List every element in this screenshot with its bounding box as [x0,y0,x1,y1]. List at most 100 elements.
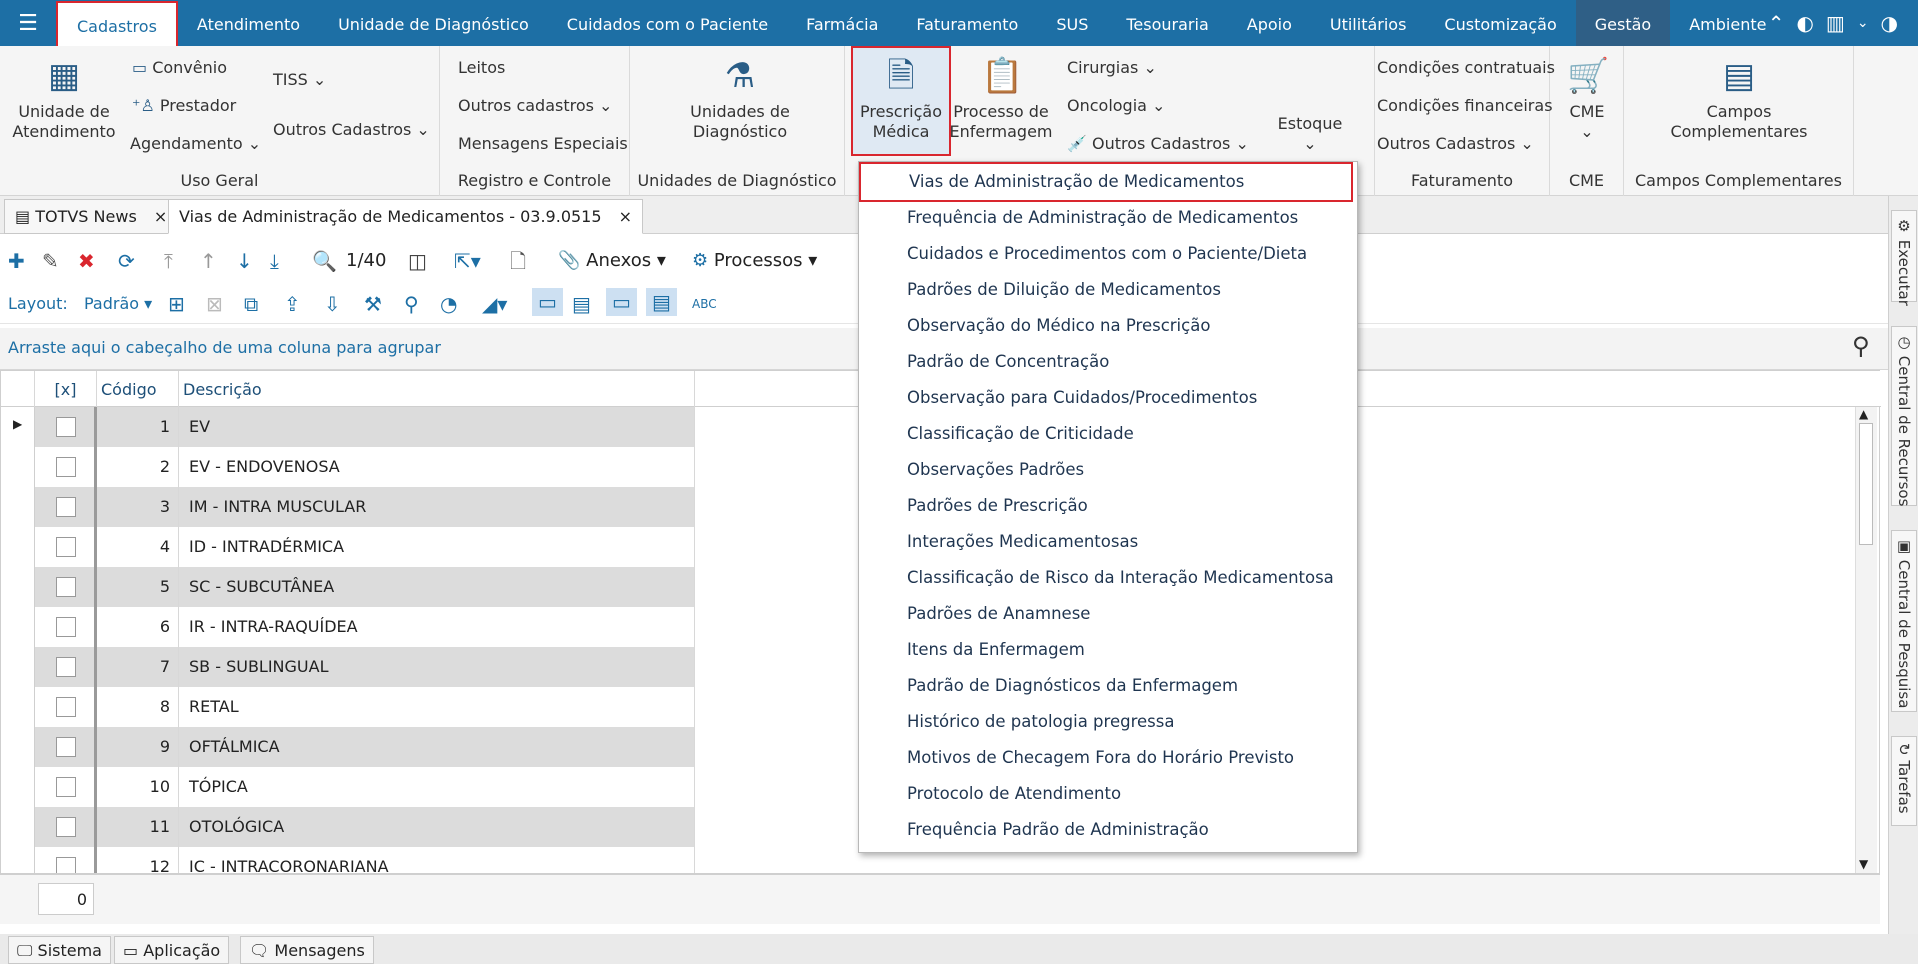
support-icon[interactable]: ◑ [1881,11,1898,35]
menu-tab-farm-cia[interactable]: Farmácia [787,0,897,46]
scroll-down-icon[interactable]: ▼ [1859,857,1868,871]
row-indicator[interactable] [1,527,35,567]
prestador-button[interactable]: ⁺♙ Prestador [132,96,236,115]
condicoes-contratuais-button[interactable]: Condições contratuais [1377,58,1555,77]
tab-totvs-news[interactable]: ▤ TOTVS News × [4,199,179,234]
add-icon[interactable]: ✚ [8,247,25,275]
column-header-check[interactable]: [x] [35,371,97,407]
side-tab-central-recursos[interactable]: ◷ Central de Recursos [1891,326,1917,506]
row-checkbox-cell[interactable] [35,527,97,567]
condicoes-financeiras-button[interactable]: Condições financeiras [1377,96,1553,115]
menu-tab-cadastros[interactable]: Cadastros [56,1,178,49]
menu-item[interactable]: Vias de Administração de Medicamentos [859,162,1353,202]
menu-item[interactable]: Itens da Enfermagem [907,632,1085,668]
brush-icon[interactable]: ⚒ [364,290,382,318]
fill-icon[interactable]: ◔ [440,290,457,318]
row-checkbox-cell[interactable] [35,607,97,647]
row-indicator[interactable] [1,447,35,487]
row-checkbox-cell[interactable] [35,767,97,807]
row-checkbox-cell[interactable] [35,647,97,687]
menu-tab-tesouraria[interactable]: Tesouraria [1107,0,1227,46]
close-icon[interactable]: × [619,207,632,226]
previous-record-icon[interactable]: ↑ [200,247,217,275]
menu-tab-utilit-rios[interactable]: Utilitários [1311,0,1426,46]
row-checkbox[interactable] [56,497,76,517]
row-checkbox-cell[interactable] [35,567,97,607]
scroll-up-icon[interactable]: ▲ [1859,407,1868,421]
tab-vias-administracao[interactable]: Vias de Administração de Medicamentos - … [168,199,644,234]
outros-cadastros-dropdown[interactable]: Outros Cadastros ⌄ [273,120,430,139]
table-row[interactable]: 10 TÓPICA [1,767,695,807]
outros-cadastros-faturamento-dropdown[interactable]: Outros Cadastros ⌄ [1377,134,1534,153]
menu-item[interactable]: Observação para Cuidados/Procedimentos [907,380,1257,416]
side-tab-central-pesquisa[interactable]: ▣ Central de Pesquisa [1891,530,1917,712]
table-row[interactable]: 6 IR - INTRA-RAQUÍDEA [1,607,695,647]
row-checkbox[interactable] [56,657,76,677]
layout-double-icon[interactable]: ▤ [646,288,677,316]
row-indicator[interactable] [1,767,35,807]
row-checkbox[interactable] [56,617,76,637]
table-row[interactable]: 12 IC - INTRACORONARIANA [1,847,695,873]
menu-tab-cuidados-com-o-paciente[interactable]: Cuidados com o Paciente [548,0,787,46]
column-header-codigo[interactable]: Código [97,371,179,407]
menu-item[interactable]: Observações Padrões [907,452,1084,488]
last-record-icon[interactable]: ⤓ [270,247,279,275]
menu-tab-unidade-de-diagn-stico[interactable]: Unidade de Diagnóstico [319,0,548,46]
row-checkbox[interactable] [56,417,76,437]
table-row[interactable]: 3 IM - INTRA MUSCULAR [1,487,695,527]
table-row[interactable]: 9 OFTÁLMICA [1,727,695,767]
row-checkbox[interactable] [56,577,76,597]
layout-icon[interactable]: ▥ [1826,11,1845,35]
table-row[interactable]: 4 ID - INTRADÉRMICA [1,527,695,567]
row-indicator[interactable]: ▶ [1,407,35,447]
next-record-icon[interactable]: ↓ [236,247,253,275]
menu-item[interactable]: Padrões de Prescrição [907,488,1088,524]
scroll-thumb[interactable] [1859,423,1873,545]
table-row[interactable]: 7 SB - SUBLINGUAL [1,647,695,687]
app-menu-icon[interactable]: ☰ [0,0,56,46]
menu-item[interactable]: Frequência Padrão de Administração [907,812,1209,848]
help-icon[interactable]: ◐ [1796,11,1813,35]
row-checkbox[interactable] [56,817,76,837]
search-icon[interactable]: ⚲ [1852,332,1870,360]
menu-item[interactable]: Padrões de Anamnese [907,596,1090,632]
menu-item[interactable]: Frequência de Administração de Medicamen… [907,200,1298,236]
prescricao-medica-button[interactable]: 🗎 Prescrição Médica [851,46,951,156]
aplicacao-button[interactable]: ▭ Aplicação [114,936,230,964]
delete-icon[interactable]: ✖ [78,247,95,275]
side-tab-tarefas[interactable]: ↻ Tarefas [1891,736,1917,826]
table-row[interactable]: 5 SC - SUBCUTÂNEA [1,567,695,607]
row-checkbox[interactable] [56,737,76,757]
refresh-icon[interactable]: ⟳ [118,247,135,275]
table-row[interactable]: 11 OTOLÓGICA [1,807,695,847]
chart-icon[interactable]: ◢▾ [482,290,507,318]
download-icon[interactable]: ⇩ [324,290,341,318]
layout-split-icon[interactable]: ▤ [572,290,591,318]
row-checkbox[interactable] [56,457,76,477]
table-row[interactable]: ▶ 1 EV [1,407,695,447]
estoque-dropdown[interactable]: Estoque ⌄ [1275,114,1345,154]
menu-item[interactable]: Classificação de Risco da Interação Medi… [907,560,1334,596]
vertical-scrollbar[interactable]: ▲ ▼ [1855,407,1877,873]
outros-cadastros-enf-dropdown[interactable]: 💉 Outros Cadastros ⌄ [1067,134,1249,153]
copy-icon[interactable]: ⧉ [244,290,258,318]
processo-enfermagem-button[interactable]: 📋 Processo de Enfermagem [945,56,1057,142]
layout-select[interactable]: Padrão ▾ [84,290,152,318]
anexos-dropdown[interactable]: 📎 Anexos ▾ [558,247,666,275]
menu-item[interactable]: Padrão de Concentração [907,344,1109,380]
menu-tab-sus[interactable]: SUS [1037,0,1107,46]
row-checkbox-cell[interactable] [35,487,97,527]
row-checkbox[interactable] [56,537,76,557]
unidades-diagnostico-button[interactable]: ⚗ Unidades de Diagnóstico [660,56,820,142]
mensagens-especiais-button[interactable]: Mensagens Especiais [458,134,628,153]
row-indicator[interactable] [1,567,35,607]
close-icon[interactable]: × [154,207,167,226]
collapse-ribbon-icon[interactable]: ⌃ [1768,11,1785,35]
cme-button[interactable]: 🛒 CME ⌄ [1552,56,1622,142]
mensagens-button[interactable]: 🗨 Mensagens [240,936,374,964]
oncologia-dropdown[interactable]: Oncologia ⌄ [1067,96,1165,115]
campos-complementares-button[interactable]: ▤ Campos Complementares [1644,56,1834,142]
tiss-dropdown[interactable]: TISS ⌄ [273,70,326,89]
row-checkbox-cell[interactable] [35,407,97,447]
unidade-atendimento-button[interactable]: ▦ Unidade de Atendimento [6,56,122,142]
